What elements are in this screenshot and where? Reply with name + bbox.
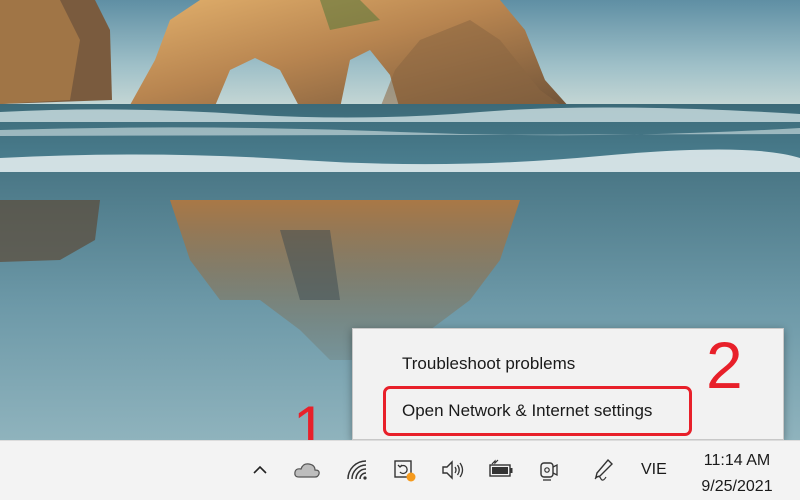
desktop-screen: Troubleshoot problems Open Network & Int… bbox=[0, 0, 800, 500]
sync-app-icon[interactable] bbox=[387, 453, 421, 487]
onedrive-cloud-icon[interactable] bbox=[290, 453, 324, 487]
camera-icon[interactable] bbox=[531, 453, 565, 487]
taskbar-clock[interactable]: 11:14 AM 9/25/2021 bbox=[692, 448, 782, 500]
highlight-open-network-settings bbox=[383, 386, 692, 436]
battery-icon[interactable] bbox=[484, 453, 518, 487]
notification-badge bbox=[406, 472, 416, 482]
step-number-2: 2 bbox=[706, 328, 743, 402]
input-language-indicator[interactable]: VIE bbox=[641, 461, 667, 479]
volume-icon[interactable] bbox=[435, 453, 469, 487]
clock-date: 9/25/2021 bbox=[701, 478, 773, 495]
taskbar: VIE 11:14 AM 9/25/2021 bbox=[0, 440, 800, 500]
clock-time: 11:14 AM bbox=[703, 452, 771, 469]
pen-icon[interactable] bbox=[586, 453, 620, 487]
wifi-icon[interactable] bbox=[340, 453, 374, 487]
chevron-up-icon[interactable] bbox=[243, 453, 277, 487]
